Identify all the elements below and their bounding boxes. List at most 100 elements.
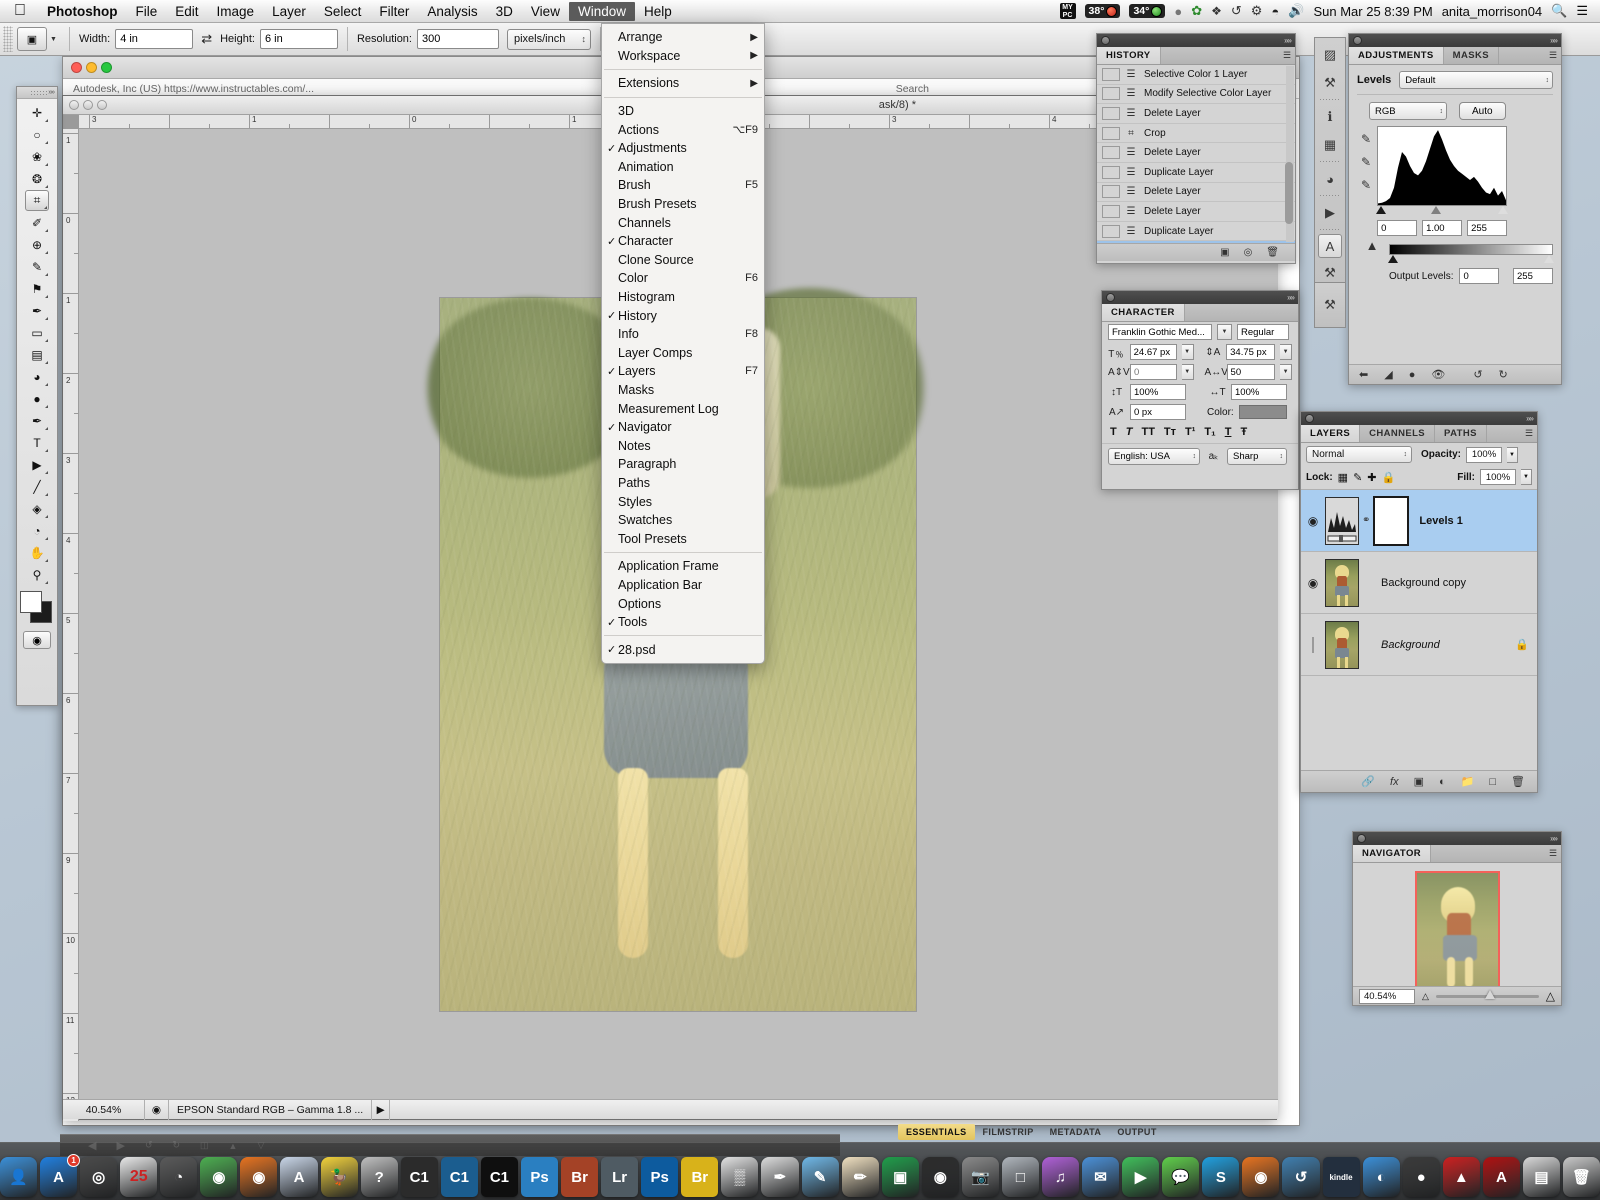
menu-image[interactable]: Image [208,2,264,21]
history-state-row[interactable]: ☰ Modify Selective Color Layer [1097,85,1295,105]
layers-tab-row[interactable]: LAYERS CHANNELS PATHS ☰ [1301,425,1537,443]
history-state-row[interactable]: ☰ Selective Color 1 Layer [1097,65,1295,85]
tab-channels[interactable]: CHANNELS [1360,425,1436,442]
menu-item-extensions[interactable]: Extensions ▶ [602,74,764,93]
layers-panel-titlebar[interactable]: »» [1301,412,1537,425]
brush-tool-icon[interactable]: ✎ [25,256,49,277]
minimize-icon[interactable] [86,62,97,73]
history-snapshot-checkbox[interactable] [1102,87,1120,101]
menu-item-histogram[interactable]: Histogram [602,288,764,307]
adjustment-layer-thumbnail[interactable] [1325,496,1359,545]
link-layers-icon[interactable]: 🔗 [1361,775,1375,788]
character-panel[interactable]: »» CHARACTER Franklin Gothic Med... ▼ Re… [1101,290,1299,490]
temperature-34-icon[interactable]: 34° [1129,4,1166,18]
levels-preset-row[interactable]: Levels Default [1357,71,1553,89]
navigator-zoom-slider[interactable] [1435,989,1539,999]
dock-app-scanner-app[interactable]: ▣ [881,1157,919,1197]
layers-panel-menu-icon[interactable]: ☰ [1521,425,1537,442]
histogram-icon[interactable]: ▨ [1317,42,1343,68]
eraser-tool-icon[interactable]: ▭ [25,322,49,343]
dodge-tool-icon[interactable]: ● [25,388,49,409]
crop-tool-icon[interactable]: ⌗ [25,190,49,211]
layer-visibility-eye-icon[interactable]: ◉ [1301,576,1325,590]
pen-tool-icon[interactable]: ✒ [25,410,49,431]
menu-item-swatches[interactable]: Swatches [602,511,764,530]
dock-app-chrome[interactable]: ◉ [200,1157,238,1197]
set-white-point-icon[interactable]: ✎ [1361,178,1371,192]
resolution-input[interactable]: 300 [417,29,499,49]
volume-icon[interactable]: 🔊 [1288,3,1304,19]
menu-item-color[interactable]: Color F6 [602,269,764,288]
dock-app-bridge-cs5[interactable]: Br [681,1157,719,1197]
menu-item-navigator[interactable]: ✓ Navigator [602,418,764,437]
layer-row[interactable]: ◉ Background copy [1301,552,1537,614]
dock-app-messages[interactable]: 💬 [1162,1157,1200,1197]
adjustments-close-icon[interactable] [1353,36,1362,45]
history-state-row[interactable]: ☰ Delete Layer [1097,202,1295,222]
menu-file[interactable]: File [127,2,167,21]
dock-app-firefox[interactable]: ◉ [240,1157,278,1197]
lock-image-pixels-icon[interactable]: ✎ [1353,471,1362,484]
history-state-list[interactable]: ☰ Selective Color 1 Layer ☰ Modify Selectiv… [1097,65,1295,243]
character-tab-row[interactable]: CHARACTER [1102,304,1298,322]
tools-collapse-icon[interactable]: »» [48,89,55,96]
history-state-row[interactable]: ☰ Delete Layer [1097,104,1295,124]
eyedropper-group[interactable]: ✎ ✎ ✎ [1361,126,1371,236]
menu-item-animation[interactable]: Animation [602,158,764,177]
delete-adjustment-icon[interactable]: ↻ [1499,368,1508,381]
tab-adjustments[interactable]: ADJUSTMENTS [1349,47,1444,64]
menu-item-character[interactable]: ✓ Character [602,232,764,251]
disc-icon[interactable]: ● [1174,4,1182,19]
dock-app-time-machine[interactable]: ↺ [1282,1157,1320,1197]
bluetooth-icon[interactable]: ⚙ [1251,3,1263,19]
navigator-panel[interactable]: »» NAVIGATOR ☰ 40.54% △ △ [1352,831,1562,1006]
navigator-panel-titlebar[interactable]: »» [1353,832,1561,845]
lasso-tool-icon[interactable]: ❀ [25,146,49,167]
tool-preset-chevron-icon[interactable]: ▼ [47,27,60,51]
menu-item-brush-presets[interactable]: Brush Presets [602,195,764,214]
dock-app-acrobat[interactable]: ▲ [1442,1157,1480,1197]
adjustments-panel-menu-icon[interactable]: ☰ [1545,47,1561,64]
history-brush-tool-icon[interactable]: ✒ [25,300,49,321]
menu-item-masks[interactable]: Masks [602,381,764,400]
history-snapshot-checkbox[interactable] [1102,67,1120,81]
bridge-tab-metadata[interactable]: METADATA [1042,1124,1110,1140]
menu-item-tool-presets[interactable]: Tool Presets [602,529,764,548]
history-state-row[interactable]: ☰ Delete Layer [1097,143,1295,163]
tool-button-list[interactable]: ✛ ○ ❀ ❂ ⌗ ✐ ⊕ ✎ ⚑ ✒ ▭ ▤ ◕ ● ✒ T ▶ ╱ ◈ ◔ ✋ ⚲ [25,99,49,585]
zoom-tool-icon[interactable]: ⚲ [25,564,49,585]
horizontal-scale-input[interactable]: 100% [1231,384,1287,400]
blend-mode-row[interactable]: Normal Opacity: 100% ▼ [1301,443,1537,466]
font-style-button[interactable]: Ŧ [1240,426,1247,438]
vertical-scale-input[interactable]: 100% [1130,384,1186,400]
status-zoom-level[interactable]: 40.54% [63,1099,145,1120]
document-status-bar[interactable]: 40.54% ◉ EPSON Standard RGB – Gamma 1.8 … [63,1099,1278,1120]
dock-app-photoshop[interactable]: Ps [520,1157,559,1197]
bridge-tab-filmstrip[interactable]: FILMSTRIP [975,1124,1042,1140]
menu-item-brush[interactable]: Brush F5 [602,176,764,195]
baseline-row[interactable]: A↗ 0 px Color: [1102,402,1298,422]
info-icon[interactable]: ℹ [1317,104,1343,130]
tracking-input[interactable]: 50 [1226,364,1276,380]
dock-app-preview[interactable]: A [280,1157,318,1197]
layer-mask-thumbnail[interactable] [1373,495,1410,546]
dock-app-duck-app[interactable]: 🦆 [320,1157,358,1197]
dock-app-dvd-player[interactable]: ● [1402,1157,1440,1197]
mypc-icon[interactable]: MY PC [1059,3,1076,19]
layer-image-thumbnail[interactable] [1325,558,1359,607]
character-close-icon[interactable] [1106,293,1115,302]
return-to-adjustment-list-icon[interactable]: ⬅ [1359,368,1368,381]
menu-item-measurement-log[interactable]: Measurement Log [602,399,764,418]
language-select[interactable]: English: USA [1108,448,1200,465]
history-snapshot-checkbox[interactable] [1102,224,1120,238]
menubar-items[interactable]: Photoshop File Edit Image Layer Select Filter A… [38,1,681,21]
menu-item-options[interactable]: Options [602,594,764,613]
quick-selection-tool-icon[interactable]: ❂ [25,168,49,189]
bridge-tab-output[interactable]: OUTPUT [1109,1124,1164,1140]
output-levels-sliders[interactable] [1388,255,1554,264]
menu-item-workspace[interactable]: Workspace ▶ [602,47,764,66]
menu-item-clone-source[interactable]: Clone Source [602,251,764,270]
plant-icon[interactable]: ✿ [1191,3,1202,19]
dock-app-capture-one[interactable]: C1 [400,1157,438,1197]
dock-app-itunes[interactable]: ♫ [1041,1157,1080,1197]
